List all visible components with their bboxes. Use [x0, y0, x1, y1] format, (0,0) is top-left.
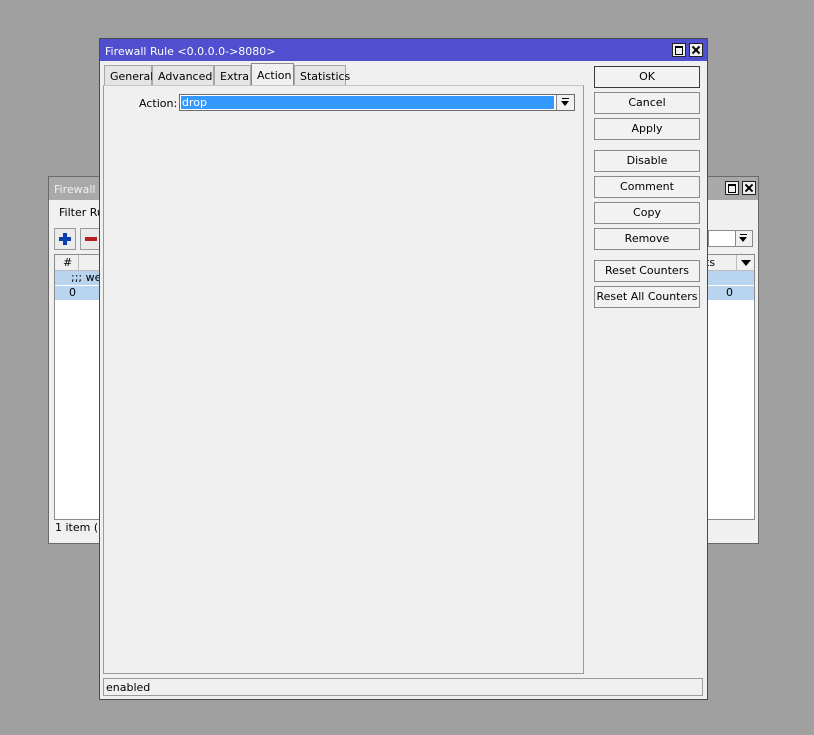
column-header-number[interactable]: #	[63, 256, 72, 269]
reset-all-counters-button[interactable]: Reset All Counters	[594, 286, 700, 308]
rule-status-text: enabled	[106, 681, 151, 694]
maximize-icon[interactable]	[725, 181, 739, 195]
rule-number: 0	[69, 286, 76, 299]
column-divider	[78, 255, 79, 270]
tab-extra[interactable]: Extra	[214, 65, 251, 85]
action-select[interactable]: drop	[179, 94, 575, 111]
filter-select[interactable]	[708, 230, 753, 247]
disable-button[interactable]: Disable	[594, 150, 700, 172]
tab-advanced-label: Advanced	[158, 70, 213, 83]
ok-button[interactable]: OK	[594, 66, 700, 88]
dialog-title-bar[interactable]: Firewall Rule <0.0.0.0->8080>	[100, 39, 707, 61]
dialog-title: Firewall Rule <0.0.0.0->8080>	[105, 45, 276, 58]
close-icon[interactable]	[689, 43, 703, 57]
tab-extra-label: Extra	[220, 70, 250, 83]
action-tab-panel: Action: drop	[103, 85, 584, 674]
comment-button[interactable]: Comment	[594, 176, 700, 198]
firewall-window-title: Firewall	[54, 183, 96, 196]
copy-button[interactable]: Copy	[594, 202, 700, 224]
apply-button[interactable]: Apply	[594, 118, 700, 140]
action-field-label: Action:	[139, 97, 178, 110]
rule-packets: 0	[726, 286, 733, 299]
add-rule-button[interactable]	[54, 228, 76, 250]
tab-action-label: Action	[257, 69, 292, 82]
remove-button[interactable]: Remove	[594, 228, 700, 250]
column-menu-icon[interactable]	[736, 255, 754, 270]
tab-statistics[interactable]: Statistics	[294, 65, 350, 85]
tab-advanced[interactable]: Advanced	[152, 65, 214, 85]
dropdown-arrow-icon[interactable]	[735, 231, 752, 246]
firewall-rule-dialog: Firewall Rule <0.0.0.0->8080> General Ad…	[99, 38, 708, 700]
tab-general-label: General	[110, 70, 154, 83]
action-select-value: drop	[181, 96, 554, 109]
firewall-status-text: 1 item (1	[55, 521, 106, 534]
maximize-icon[interactable]	[672, 43, 686, 57]
tab-action[interactable]: Action	[251, 63, 294, 86]
close-icon[interactable]	[742, 181, 756, 195]
tab-statistics-label: Statistics	[300, 70, 351, 83]
cancel-button[interactable]: Cancel	[594, 92, 700, 114]
tab-general[interactable]: General	[104, 65, 154, 85]
dialog-status-bar: enabled	[103, 678, 703, 696]
reset-counters-button[interactable]: Reset Counters	[594, 260, 700, 282]
dropdown-arrow-icon[interactable]	[556, 95, 574, 110]
